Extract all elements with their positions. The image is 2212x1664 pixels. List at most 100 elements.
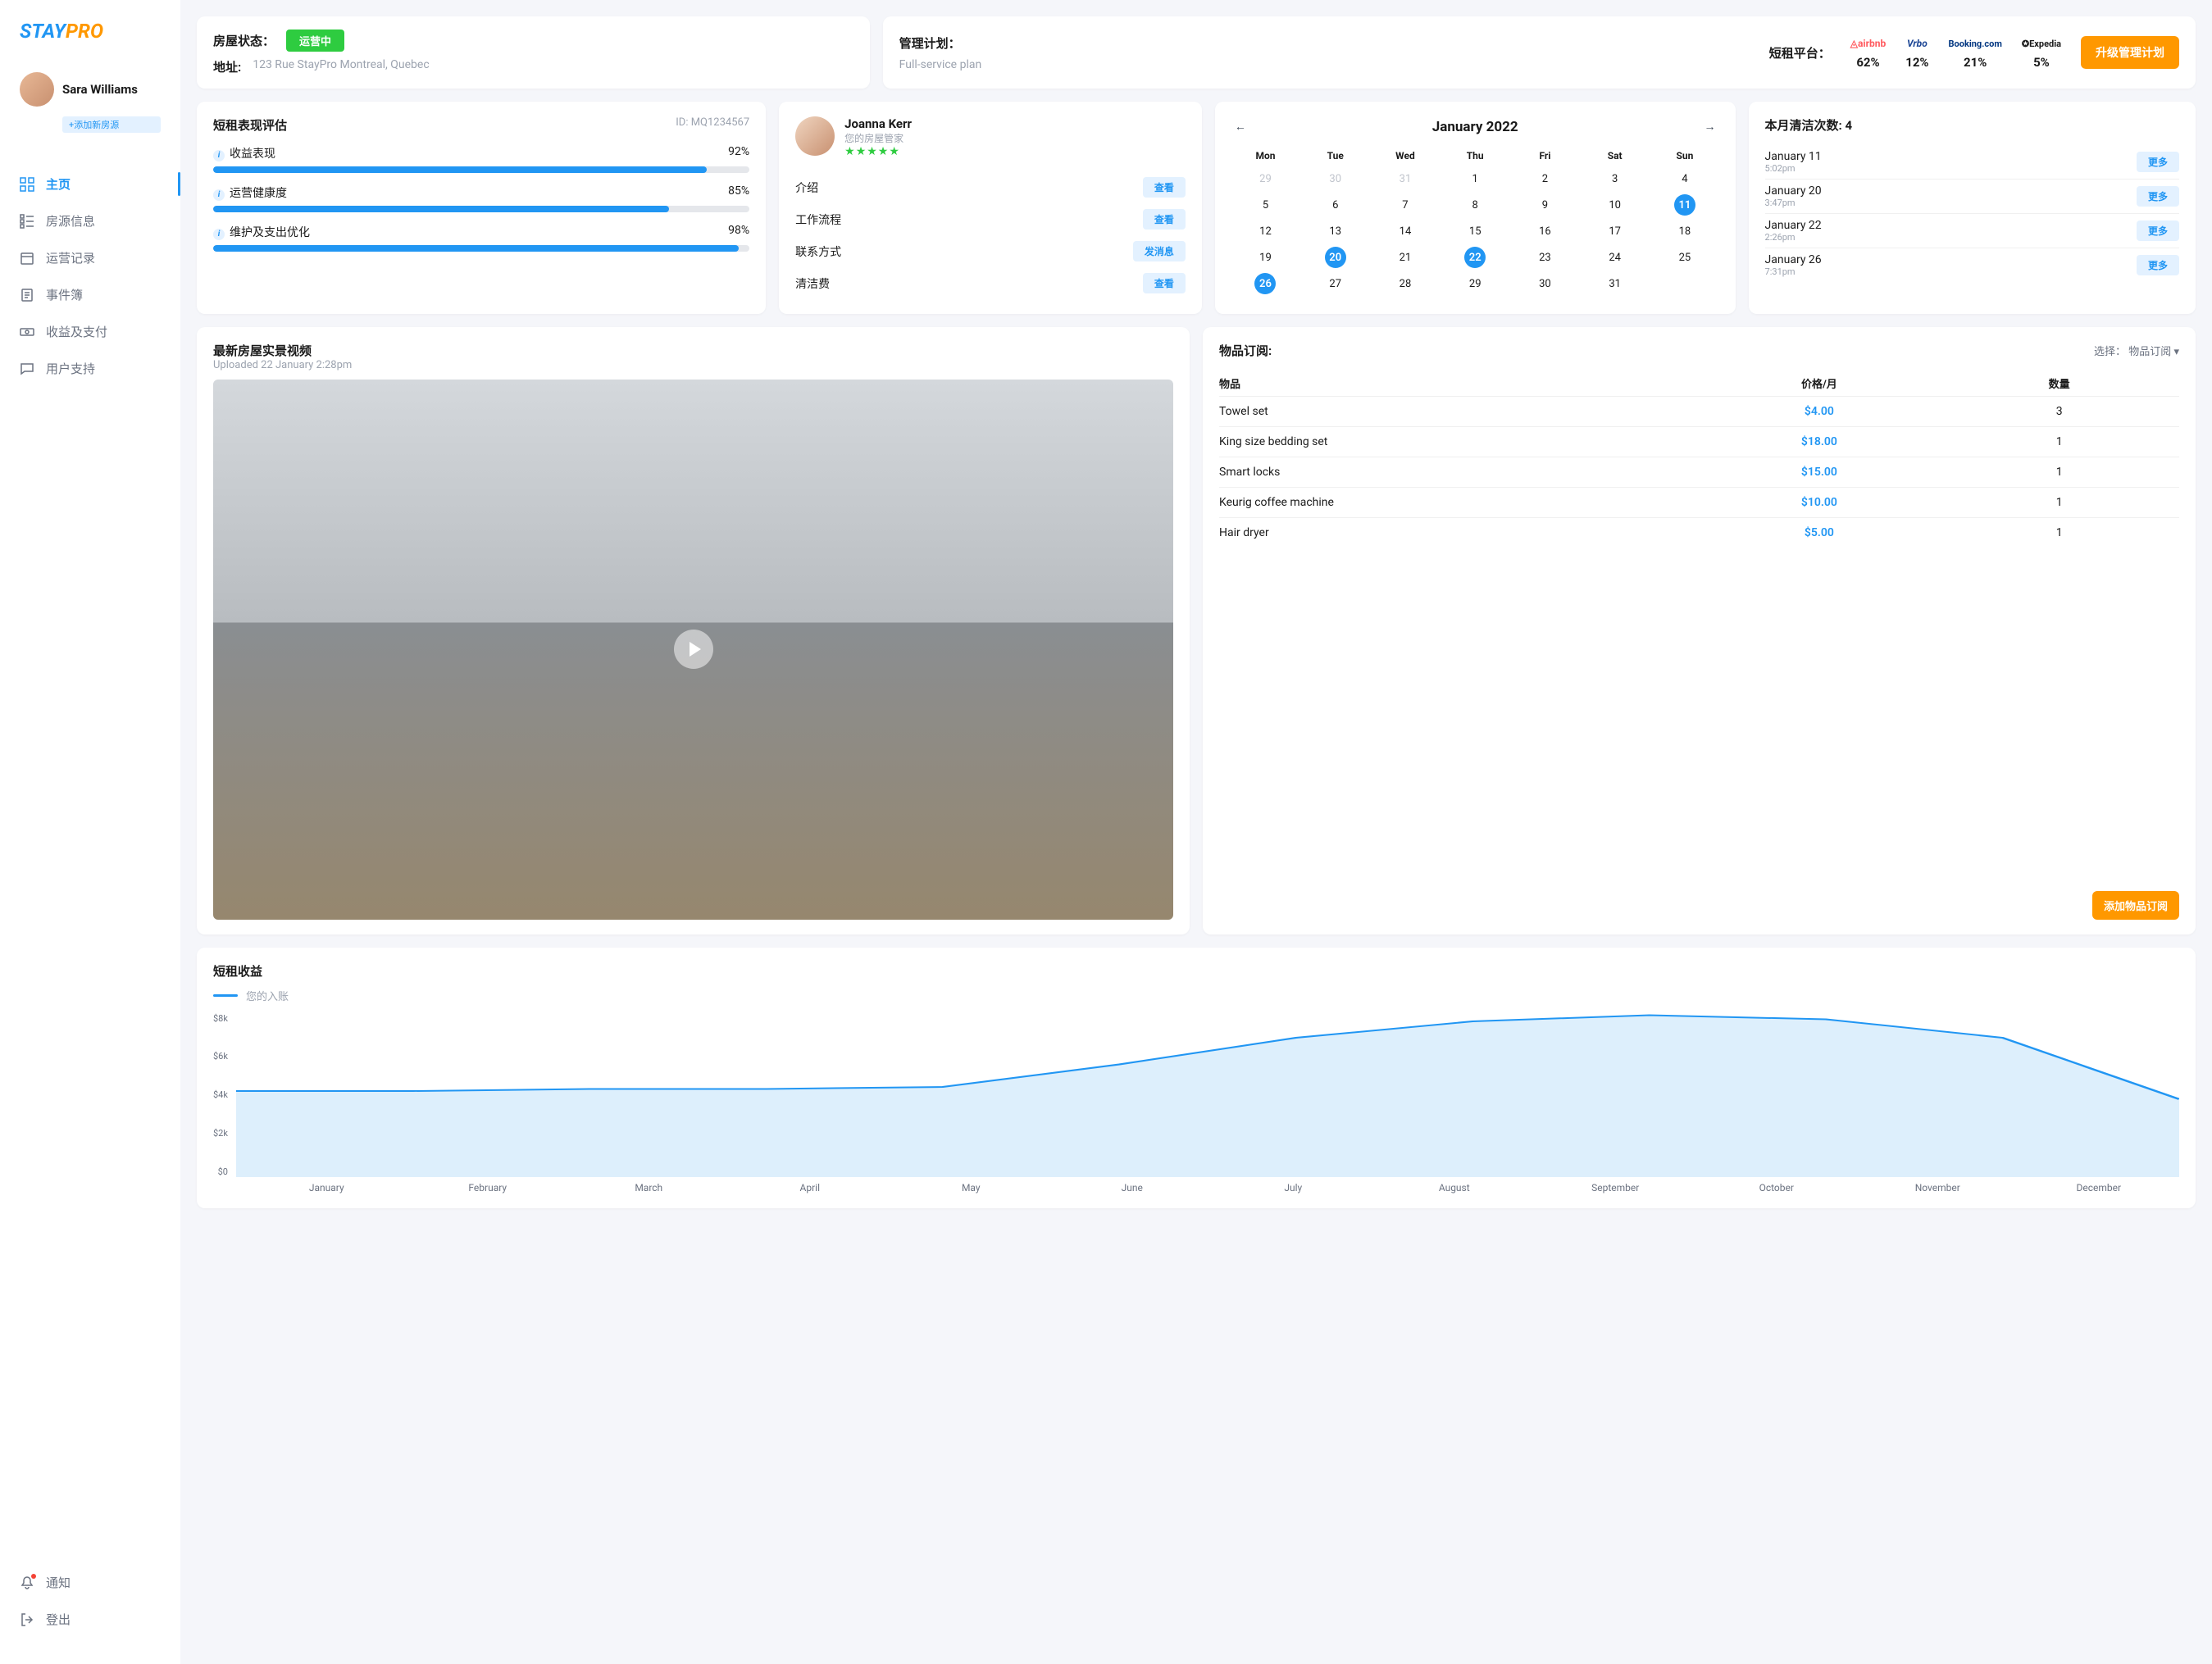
item-name: Smart locks (1219, 466, 1700, 479)
nav-operations[interactable]: 运营记录 (0, 239, 180, 276)
calendar-day[interactable]: 6 (1325, 194, 1346, 216)
keeper-action-button[interactable]: 发消息 (1133, 241, 1186, 261)
info-icon: i (213, 229, 225, 240)
metric-label: 运营健康度 (230, 187, 287, 200)
platform-label: 短租平台： (1769, 44, 1831, 61)
calendar-dow: Fri (1511, 147, 1579, 165)
calendar-day[interactable]: 27 (1325, 273, 1346, 294)
calendar-day[interactable]: 2 (1534, 168, 1555, 189)
calendar-day[interactable]: 7 (1395, 194, 1416, 216)
calendar-prev[interactable]: ← (1231, 116, 1249, 137)
nav-label: 主页 (46, 175, 71, 193)
calendar-dow: Wed (1371, 147, 1439, 165)
status-badge: 运营中 (286, 30, 344, 52)
chat-icon (20, 361, 34, 376)
calendar-day[interactable]: 28 (1395, 273, 1416, 294)
item-qty: 3 (1939, 405, 2179, 418)
video-thumbnail[interactable] (213, 380, 1173, 920)
top-bar: 房屋状态： 运营中 地址: 123 Rue StayPro Montreal, … (197, 16, 2196, 89)
metric-label: 收益表现 (230, 148, 275, 161)
rating-stars: ★★★★★ (844, 145, 912, 158)
calendar-day[interactable]: 30 (1534, 273, 1555, 294)
calendar-day[interactable]: 29 (1254, 168, 1276, 189)
sidebar: STAYPRO Sara Williams +添加新房源 主页 房源信息 运营记… (0, 0, 180, 1664)
add-property-button[interactable]: +添加新房源 (62, 116, 161, 133)
calendar-card: ← January 2022 → MonTueWedThuFriSatSun29… (1215, 102, 1736, 314)
upgrade-plan-button[interactable]: 升级管理计划 (2081, 36, 2179, 69)
nav-property[interactable]: 房源信息 (0, 202, 180, 239)
calendar-day[interactable]: 11 (1674, 194, 1695, 216)
status-label: 房屋状态： (213, 32, 275, 49)
clean-more-button[interactable]: 更多 (2137, 152, 2179, 172)
calendar-day[interactable]: 8 (1464, 194, 1486, 216)
info-icon: i (213, 150, 225, 161)
nav-events[interactable]: 事件簿 (0, 276, 180, 313)
calendar-day[interactable]: 12 (1254, 221, 1276, 242)
calendar-day[interactable]: 31 (1604, 273, 1626, 294)
clean-more-button[interactable]: 更多 (2137, 255, 2179, 275)
progress-bar (213, 245, 749, 252)
keeper-avatar (795, 116, 835, 156)
progress-bar (213, 166, 749, 173)
keeper-action-button[interactable]: 查看 (1143, 177, 1186, 198)
calendar-day[interactable]: 9 (1534, 194, 1555, 216)
calendar-day[interactable]: 26 (1254, 273, 1276, 294)
clean-more-button[interactable]: 更多 (2137, 186, 2179, 207)
table-row: King size bedding set$18.001 (1219, 426, 2179, 457)
calendar-day[interactable]: 14 (1395, 221, 1416, 242)
nav-label: 登出 (46, 1611, 71, 1628)
calendar-day[interactable]: 15 (1464, 221, 1486, 242)
calendar-day[interactable]: 25 (1674, 247, 1695, 268)
row-2: 短租表现评估 ID: MQ1234567 i收益表现92%i运营健康度85%i维… (197, 102, 2196, 314)
nav-notifications[interactable]: 通知 (0, 1564, 180, 1601)
calendar-day[interactable]: 18 (1674, 221, 1695, 242)
calendar-day[interactable]: 1 (1464, 168, 1486, 189)
calendar-day[interactable]: 22 (1464, 247, 1486, 268)
keeper-action-button[interactable]: 查看 (1143, 273, 1186, 293)
calendar-day[interactable]: 4 (1674, 168, 1695, 189)
dashboard-icon (20, 177, 34, 192)
calendar-day[interactable]: 19 (1254, 247, 1276, 268)
money-icon (20, 325, 34, 339)
subs-select[interactable]: 选择： 物品订阅 ▾ (2094, 343, 2179, 358)
calendar-dow: Sun (1650, 147, 1718, 165)
calendar-day[interactable]: 13 (1325, 221, 1346, 242)
list-icon (20, 214, 34, 229)
calendar-next[interactable]: → (1701, 116, 1719, 137)
calendar-day[interactable]: 17 (1604, 221, 1626, 242)
calendar-day[interactable]: 20 (1325, 247, 1346, 268)
keeper-role: 您的房屋管家 (844, 131, 912, 145)
logo-pro: PRO (66, 20, 103, 43)
table-row: Hair dryer$5.001 (1219, 517, 2179, 548)
calendar-day[interactable]: 24 (1604, 247, 1626, 268)
nav-support[interactable]: 用户支持 (0, 350, 180, 387)
performance-card: 短租表现评估 ID: MQ1234567 i收益表现92%i运营健康度85%i维… (197, 102, 766, 314)
user-name: Sara Williams (62, 82, 138, 97)
clean-more-button[interactable]: 更多 (2137, 221, 2179, 241)
table-row: Smart locks$15.001 (1219, 457, 2179, 487)
calendar-day[interactable]: 21 (1395, 247, 1416, 268)
calendar-day[interactable]: 30 (1325, 168, 1346, 189)
chart-legend: 您的入账 (213, 988, 2179, 1003)
play-icon (674, 630, 713, 669)
table-row: Keurig coffee machine$10.001 (1219, 487, 2179, 517)
calendar-day[interactable]: 31 (1395, 168, 1416, 189)
nav-logout[interactable]: 登出 (0, 1601, 180, 1638)
user-profile[interactable]: Sara Williams (0, 62, 180, 113)
nav-home[interactable]: 主页 (0, 166, 180, 202)
calendar-day[interactable]: 10 (1604, 194, 1626, 216)
calendar-day[interactable]: 29 (1464, 273, 1486, 294)
item-name: Hair dryer (1219, 526, 1700, 539)
nav-label: 收益及支付 (46, 323, 107, 340)
calendar-day[interactable]: 5 (1254, 194, 1276, 216)
calendar-day[interactable]: 23 (1534, 247, 1555, 268)
add-subscription-button[interactable]: 添加物品订阅 (2092, 891, 2179, 920)
video-card: 最新房屋实景视频 Uploaded 22 January 2:28pm (197, 327, 1190, 934)
nav-label: 用户支持 (46, 360, 95, 377)
calendar-day[interactable]: 16 (1534, 221, 1555, 242)
nav-revenue[interactable]: 收益及支付 (0, 313, 180, 350)
clean-time: 5:02pm (1765, 163, 1822, 174)
status-card: 房屋状态： 运营中 地址: 123 Rue StayPro Montreal, … (197, 16, 870, 89)
calendar-day[interactable]: 3 (1604, 168, 1626, 189)
keeper-action-button[interactable]: 查看 (1143, 209, 1186, 230)
